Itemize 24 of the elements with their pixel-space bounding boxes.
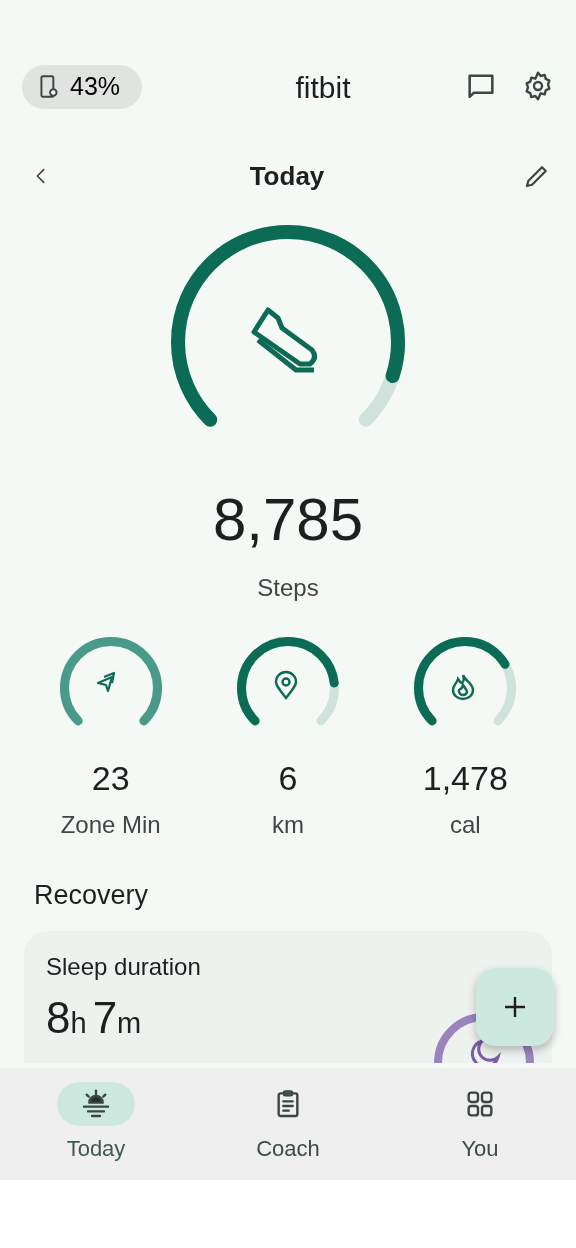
location-pin-icon [274,670,298,700]
metric-label: Zone Min [60,809,161,840]
app-title: fitbit [295,69,351,106]
step-count: 8,785 [212,490,364,550]
date-title: Today [249,159,325,193]
nav-tab[interactable]: You [384,1082,576,1180]
metric-value: 23 [91,758,130,799]
battery-chip[interactable]: 43% [22,65,143,109]
card-title: Sleep duration [46,952,201,983]
section-title: Recovery [33,878,150,912]
plus-icon [504,996,526,1018]
sleep-value: 8h 7m [46,995,143,1042]
metric-value: 6 [278,758,298,799]
metric-label: km [272,809,304,840]
nav-tab[interactable]: Coach [192,1082,384,1180]
grid-icon [464,1088,496,1120]
nav-tab[interactable]: Today [0,1082,192,1180]
sleep-card[interactable]: Sleep duration 8h 7m [24,931,552,1064]
metric-value: 1,478 [422,758,508,799]
sunrise-icon [80,1088,112,1120]
flame-icon [452,673,475,701]
metric-label: cal [449,809,481,840]
step-label: Steps [257,573,319,603]
shoe-icon [251,307,318,373]
